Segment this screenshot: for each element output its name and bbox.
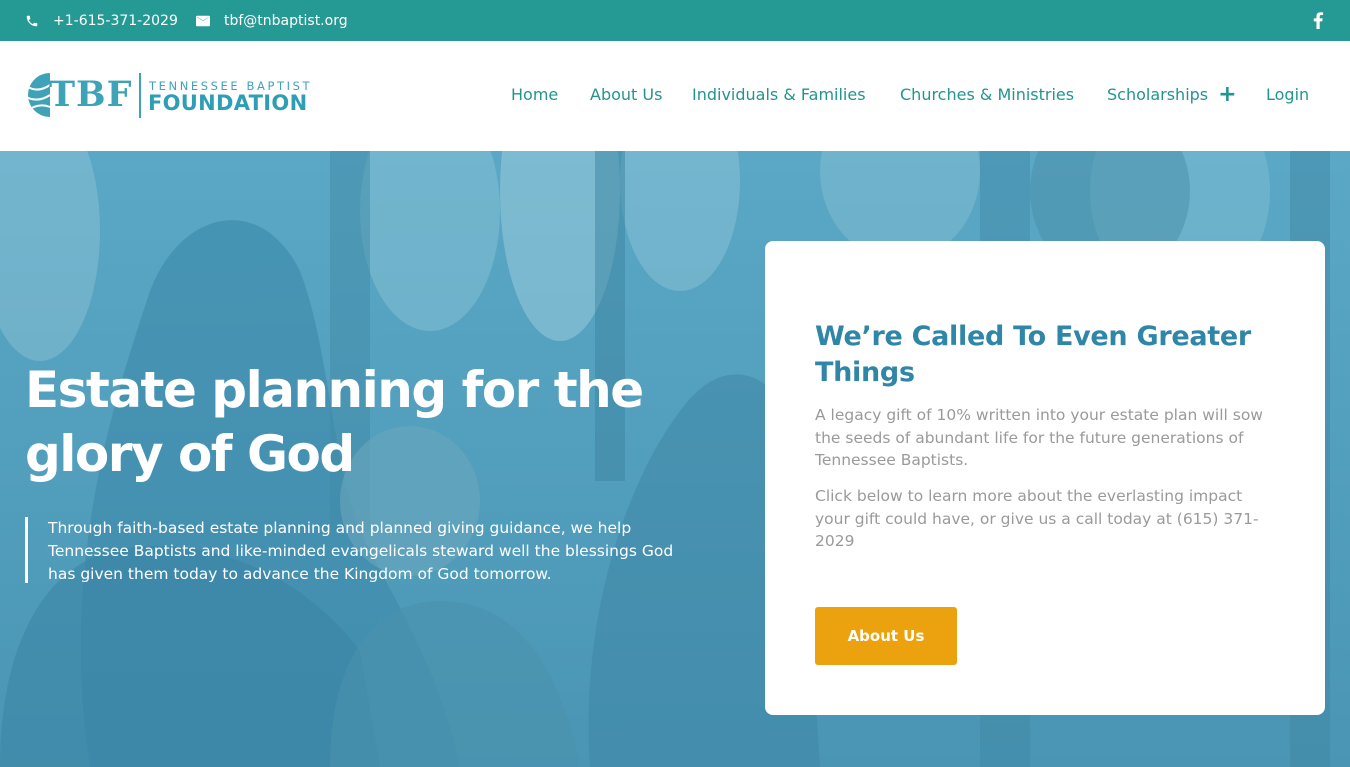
promo-card: We’re Called To Even Greater Things A le… <box>765 241 1325 715</box>
plus-icon[interactable]: + <box>1218 84 1236 106</box>
nav-scholarships-label: Scholarships <box>1107 85 1209 104</box>
card-title: We’re Called To Even Greater Things <box>815 321 1251 388</box>
envelope-icon <box>196 15 210 26</box>
nav-scholarships[interactable]: Scholarships + <box>1107 84 1237 106</box>
nav-home[interactable]: Home <box>511 85 558 104</box>
top-bar: +1-615-371-2029 tbf@tnbaptist.org <box>0 0 1350 41</box>
phone-contact[interactable]: +1-615-371-2029 <box>25 0 178 41</box>
phone-text[interactable]: +1-615-371-2029 <box>53 13 178 29</box>
email-text[interactable]: tbf@tnbaptist.org <box>224 13 348 29</box>
nav-individuals-families[interactable]: Individuals & Families <box>692 85 866 104</box>
hero-title: Estate planning for the glory of God <box>25 361 644 483</box>
card-paragraph-2: Click below to learn more about the ever… <box>815 487 1259 550</box>
hero-section: Estate planning for the glory of God Thr… <box>0 151 1350 767</box>
main-nav: Home About Us Individuals & Families Chu… <box>0 41 1350 151</box>
nav-churches-ministries[interactable]: Churches & Ministries <box>900 85 1074 104</box>
email-contact[interactable]: tbf@tnbaptist.org <box>196 0 348 41</box>
hero-quote: Through faith-based estate planning and … <box>25 517 685 583</box>
nav-login[interactable]: Login <box>1266 85 1309 104</box>
card-paragraph-1: A legacy gift of 10% written into your e… <box>815 406 1263 469</box>
site-header: TBF TENNESSEE BAPTIST FOUNDATION Home Ab… <box>0 41 1350 151</box>
nav-about-us[interactable]: About Us <box>590 85 662 104</box>
phone-icon <box>26 15 38 26</box>
about-us-button[interactable]: About Us <box>815 607 957 665</box>
facebook-icon[interactable] <box>1312 12 1324 29</box>
